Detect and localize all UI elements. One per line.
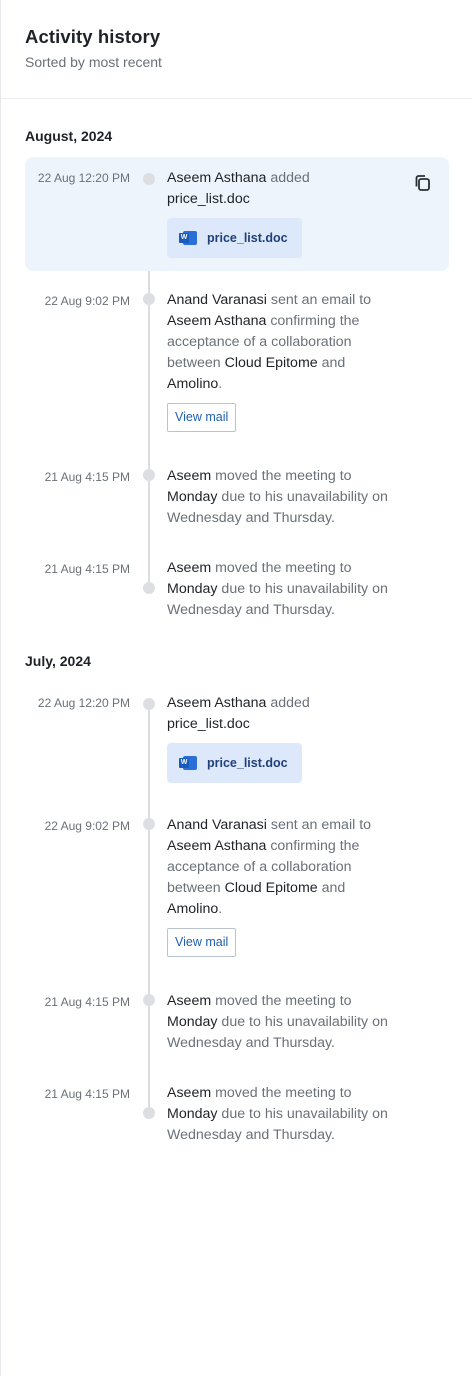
timeline-dot <box>143 173 155 185</box>
action-text: moved the meeting to <box>211 993 352 1009</box>
view-mail-button[interactable]: View mail <box>167 928 237 957</box>
activity-time: 21 Aug 4:15 PM <box>44 562 130 576</box>
actor-name: Aseem <box>167 993 212 1009</box>
action-text: moved the meeting to <box>211 560 352 576</box>
recipient-name: Aseem Asthana <box>167 313 267 329</box>
panel-header: Activity history Sorted by most recent <box>1 0 472 99</box>
org-name: Amolino <box>167 376 219 392</box>
actor-name: Aseem <box>167 468 212 484</box>
timeline-dot <box>143 1107 155 1119</box>
action-text: sent an email to <box>266 817 372 833</box>
activity-item: 21 Aug 4:15 PM Aseem moved the meeting t… <box>25 1080 449 1152</box>
file-attachment[interactable]: W price_list.doc <box>167 218 302 258</box>
action-text: and <box>317 355 346 371</box>
timeline: 22 Aug 12:20 PM Aseem Asthana added pric… <box>25 682 449 1162</box>
activity-item: 21 Aug 4:15 PM Aseem moved the meeting t… <box>25 463 449 535</box>
word-document-icon: W <box>179 231 197 245</box>
activity-time: 21 Aug 4:15 PM <box>44 470 130 484</box>
activity-text: Anand Varanasi sent an email to Aseem As… <box>167 815 397 957</box>
month-heading: July, 2024 <box>25 653 91 669</box>
file-name: price_list.doc <box>207 230 288 245</box>
activity-time: 22 Aug 12:20 PM <box>37 696 130 710</box>
org-name: Cloud Epitome <box>224 355 318 371</box>
timeline-dot <box>143 293 155 305</box>
day-name: Monday <box>167 1106 218 1122</box>
day-name: Monday <box>167 489 218 505</box>
month-heading: August, 2024 <box>25 128 113 144</box>
activity-item: 22 Aug 9:02 PM Anand Varanasi sent an em… <box>25 812 449 972</box>
activity-history-panel: Activity history Sorted by most recent A… <box>0 0 472 1376</box>
activity-text: Aseem moved the meeting to Monday due to… <box>167 466 397 529</box>
timeline-dot <box>143 698 155 710</box>
recipient-name: Aseem Asthana <box>167 838 267 854</box>
timeline-dot <box>143 994 155 1006</box>
timeline-dot <box>143 582 155 594</box>
activity-text: Aseem moved the meeting to Monday due to… <box>167 991 397 1054</box>
timeline-dot <box>143 469 155 481</box>
activity-text: Aseem moved the meeting to Monday due to… <box>167 558 397 621</box>
activity-time: 22 Aug 12:20 PM <box>37 171 130 185</box>
action-text: moved the meeting to <box>211 468 352 484</box>
object-name: price_list.doc <box>167 716 250 732</box>
actor-name: Aseem Asthana <box>167 695 267 711</box>
activity-time: 21 Aug 4:15 PM <box>44 1087 130 1101</box>
actor-name: Aseem <box>167 560 212 576</box>
panel-subtitle: Sorted by most recent <box>25 54 162 70</box>
activity-item: 22 Aug 12:20 PM Aseem Asthana added pric… <box>25 682 449 796</box>
actor-name: Anand Varanasi <box>167 292 267 308</box>
activity-time: 21 Aug 4:15 PM <box>44 995 130 1009</box>
file-name: price_list.doc <box>207 755 288 770</box>
word-document-icon: W <box>179 756 197 770</box>
activity-item: 21 Aug 4:15 PM Aseem moved the meeting t… <box>25 988 449 1060</box>
object-name: price_list.doc <box>167 191 250 207</box>
timeline-dot <box>143 818 155 830</box>
actor-name: Aseem Asthana <box>167 170 267 186</box>
activity-time: 22 Aug 9:02 PM <box>44 819 130 833</box>
org-name: Cloud Epitome <box>224 880 318 896</box>
actor-name: Anand Varanasi <box>167 817 267 833</box>
activity-item: 21 Aug 4:15 PM Aseem moved the meeting t… <box>25 555 449 627</box>
day-name: Monday <box>167 581 218 597</box>
action-text: sent an email to <box>266 292 372 308</box>
activity-time: 22 Aug 9:02 PM <box>44 294 130 308</box>
actor-name: Aseem <box>167 1085 212 1101</box>
activity-text: Aseem Asthana added price_list.doc W pri… <box>167 693 397 783</box>
action-text: added <box>266 170 310 186</box>
timeline: 22 Aug 12:20 PM Aseem Asthana added pric… <box>25 157 449 637</box>
panel-title: Activity history <box>25 26 161 47</box>
action-text: moved the meeting to <box>211 1085 352 1101</box>
action-text: . <box>218 901 223 917</box>
view-mail-button[interactable]: View mail <box>167 403 237 432</box>
action-text: added <box>266 695 310 711</box>
org-name: Amolino <box>167 901 219 917</box>
activity-text: Aseem Asthana added price_list.doc W pri… <box>167 168 397 258</box>
activity-item[interactable]: 22 Aug 12:20 PM Aseem Asthana added pric… <box>25 157 449 271</box>
file-attachment[interactable]: W price_list.doc <box>167 743 302 783</box>
action-text: . <box>218 376 223 392</box>
activity-item: 22 Aug 9:02 PM Anand Varanasi sent an em… <box>25 287 449 447</box>
day-name: Monday <box>167 1014 218 1030</box>
action-text: and <box>317 880 346 896</box>
activity-text: Anand Varanasi sent an email to Aseem As… <box>167 290 397 432</box>
activity-text: Aseem moved the meeting to Monday due to… <box>167 1083 397 1146</box>
copy-icon[interactable] <box>413 173 433 193</box>
